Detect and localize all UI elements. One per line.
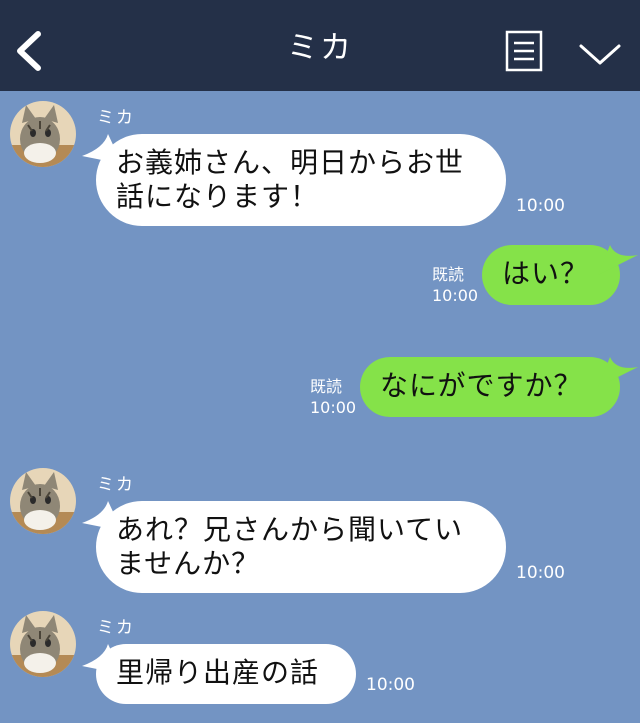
message-bubble[interactable]: あれ？兄さんから聞いてい ませんか？ xyxy=(82,501,506,593)
message-text: 里帰り出産の話 xyxy=(116,656,320,689)
read-receipt: 既読 10:00 xyxy=(432,264,478,306)
sender-name: ミカ xyxy=(97,475,135,495)
message-text: あれ？兄さんから聞いてい xyxy=(116,513,464,546)
read-label: 既読 xyxy=(310,377,343,396)
avatar[interactable] xyxy=(10,101,76,167)
message-time: 10:00 xyxy=(310,398,357,417)
menu-list-icon[interactable] xyxy=(505,30,543,72)
message-text: はい？ xyxy=(502,257,590,290)
chevron-down-icon[interactable] xyxy=(578,42,622,66)
chat-header: ミカ xyxy=(0,0,640,91)
message-time: 10:00 xyxy=(366,675,415,695)
message-text: ませんか？ xyxy=(116,547,261,580)
chat-title: ミカ xyxy=(287,30,353,66)
message-text: お義姉さん、明日からお世 xyxy=(116,146,465,179)
sender-name: ミカ xyxy=(97,618,135,638)
avatar[interactable] xyxy=(10,468,76,534)
read-receipt: 既読 10:00 xyxy=(310,376,356,418)
message-time: 10:00 xyxy=(516,563,565,583)
read-label: 既読 xyxy=(432,265,465,284)
message-bubble[interactable]: 里帰り出産の話 xyxy=(82,644,356,704)
message-text: 話になります！ xyxy=(116,180,320,213)
message-time: 10:00 xyxy=(516,196,565,216)
message-bubble[interactable]: なにがですか？ xyxy=(360,357,638,417)
message-bubble[interactable]: お義姉さん、明日からお世 話になります！ xyxy=(82,134,506,226)
message-bubble[interactable]: はい？ xyxy=(482,245,638,305)
message-time: 10:00 xyxy=(432,286,479,305)
sender-name: ミカ xyxy=(97,108,135,128)
avatar[interactable] xyxy=(10,611,76,677)
message-text: なにがですか？ xyxy=(380,369,583,402)
